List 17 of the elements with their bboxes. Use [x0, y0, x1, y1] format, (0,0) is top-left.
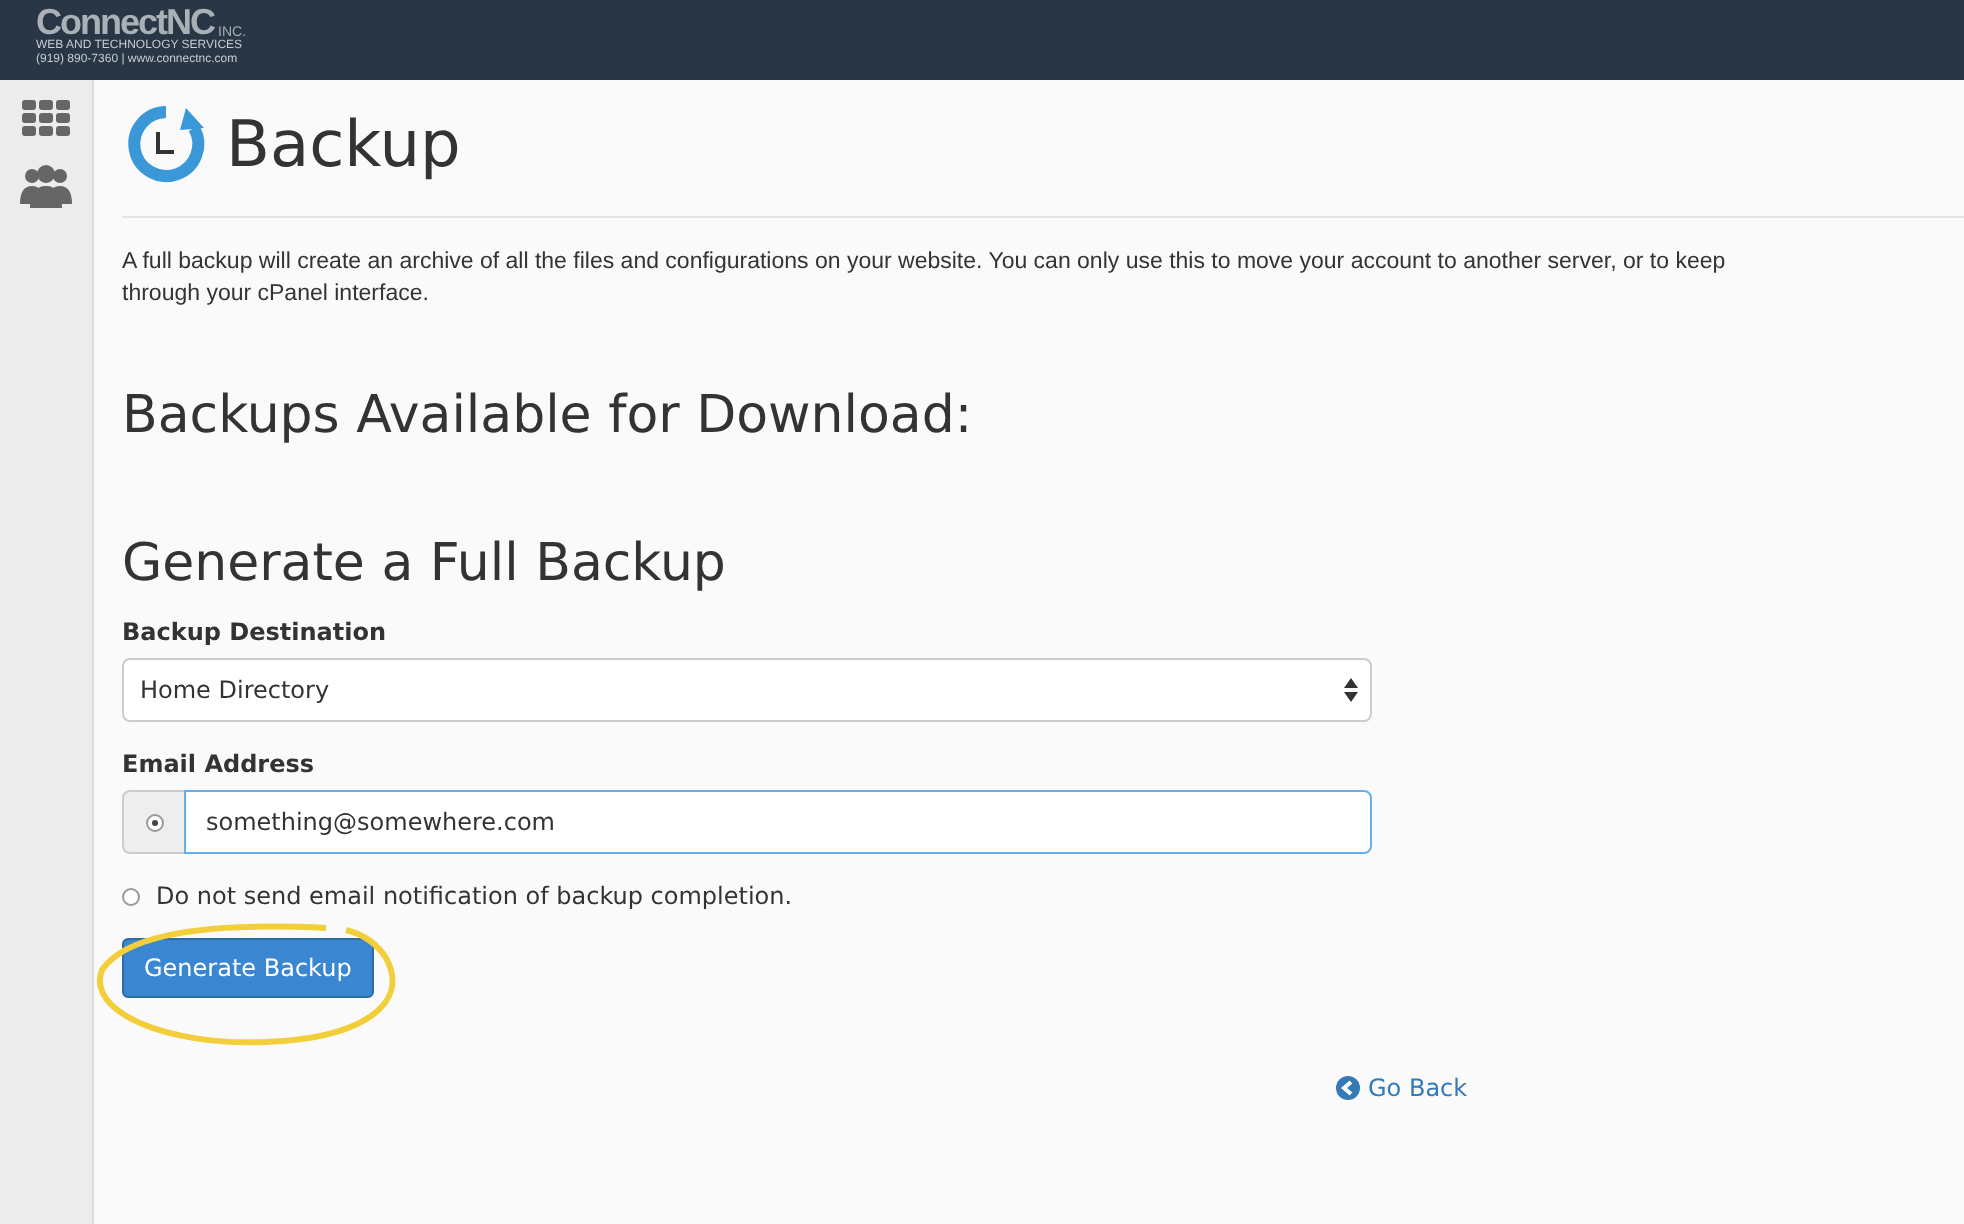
updown-caret-icon [1344, 678, 1358, 702]
page-title: Backup [226, 106, 461, 182]
section-heading: Backups Available for Download: [122, 386, 975, 446]
go-back-link[interactable]: Go Back [1336, 1074, 1468, 1102]
generate-backup-button[interactable]: Generate Backup [122, 938, 374, 998]
section-heading: Generate a Full Backup [122, 534, 728, 594]
email-radio[interactable] [145, 813, 163, 831]
users-icon[interactable] [20, 164, 72, 208]
radio-label: Do not send email notification of backup completion. [156, 882, 793, 910]
description-text: A full backup will create an archive of all the files and configurations on your website. You can only use this to move your account to another server, or to keep through your cPanel interface. [122, 248, 1728, 310]
email-input[interactable]: something@somewhere.com [184, 790, 1372, 854]
destination-select[interactable]: Home Directory [122, 658, 1372, 722]
no-notify-radio[interactable] [122, 887, 140, 905]
grid-icon[interactable] [22, 100, 70, 136]
backup-clock-icon [122, 100, 210, 188]
field-label: Email Address [122, 750, 317, 778]
field-label: Backup Destination [122, 618, 389, 646]
